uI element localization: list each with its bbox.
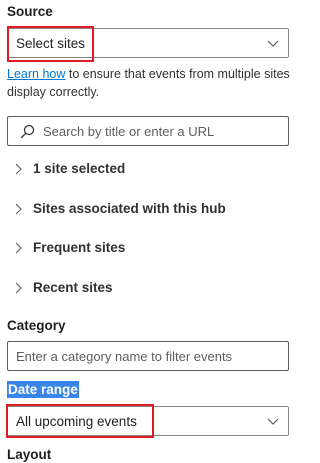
- tree-item-hub-sites[interactable]: Sites associated with this hub: [14, 199, 284, 219]
- chevron-down-icon: [267, 40, 279, 47]
- source-label: Source: [7, 4, 53, 19]
- tree-item-label: Recent sites: [33, 280, 113, 295]
- source-highlight-box: [7, 26, 94, 62]
- tree-item-site-selected[interactable]: 1 site selected: [14, 159, 284, 179]
- chevron-down-icon: [267, 418, 279, 425]
- date-range-highlight-box: [6, 404, 154, 438]
- chevron-right-icon: [15, 242, 22, 254]
- tree-item-label: Frequent sites: [33, 240, 126, 255]
- source-help-text: Learn how to ensure that events from mul…: [7, 65, 292, 101]
- chevron-right-icon: [15, 282, 22, 294]
- tree-item-label: Sites associated with this hub: [33, 201, 226, 216]
- tree-item-recent-sites[interactable]: Recent sites: [14, 278, 284, 298]
- site-search-box[interactable]: [7, 116, 289, 146]
- site-search-input[interactable]: [43, 121, 281, 141]
- learn-how-link[interactable]: Learn how: [7, 67, 65, 81]
- category-input[interactable]: [16, 347, 281, 365]
- chevron-right-icon: [15, 203, 22, 215]
- category-label: Category: [7, 318, 66, 333]
- category-field[interactable]: [7, 341, 289, 371]
- tree-item-label: 1 site selected: [33, 161, 126, 176]
- date-range-label-text: Date range: [7, 381, 79, 398]
- chevron-right-icon: [15, 163, 22, 175]
- search-icon: [20, 124, 35, 139]
- date-range-label: Date range: [7, 381, 79, 398]
- tree-item-frequent-sites[interactable]: Frequent sites: [14, 238, 284, 258]
- layout-label: Layout: [7, 447, 52, 462]
